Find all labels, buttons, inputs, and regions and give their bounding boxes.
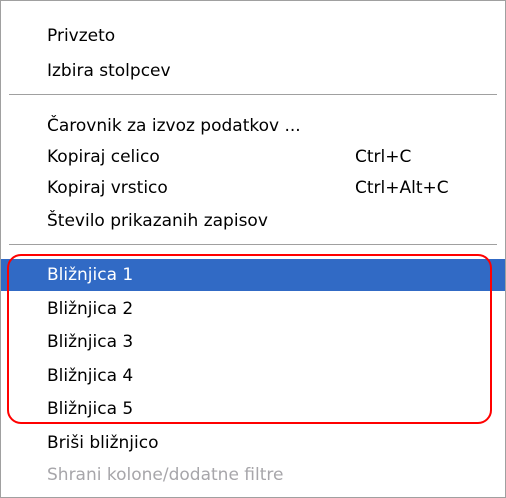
menu-item-label: Privzeto bbox=[47, 26, 116, 46]
menu-item-label: Bližnjica 4 bbox=[47, 366, 134, 386]
menu-item-kopiraj-vrstico[interactable]: Kopiraj vrstico Ctrl+Alt+C bbox=[1, 172, 505, 204]
menu-item-label: Čarovnik za izvoz podatkov ... bbox=[47, 116, 301, 136]
context-menu: Privzeto Izbira stolpcev Čarovnik za izv… bbox=[0, 0, 506, 498]
menu-item-shortcut: Ctrl+C bbox=[355, 147, 412, 167]
menu-item-label: Kopiraj vrstico bbox=[47, 178, 168, 198]
menu-item-label: Briši bližnjico bbox=[47, 433, 159, 453]
menu-item-label: Bližnjica 3 bbox=[47, 332, 134, 352]
menu-item-label: Število prikazanih zapisov bbox=[47, 211, 268, 231]
menu-item-label: Kopiraj celico bbox=[47, 147, 160, 167]
menu-item-label: Shrani kolone/dodatne filtre bbox=[47, 465, 284, 485]
menu-item-izbira-stolpcev[interactable]: Izbira stolpcev bbox=[1, 55, 505, 87]
menu-item-bliznjica-2[interactable]: Bližnjica 2 bbox=[1, 293, 505, 325]
menu-item-privzeto[interactable]: Privzeto bbox=[1, 20, 505, 52]
menu-item-bliznjica-1[interactable]: Bližnjica 1 bbox=[1, 259, 505, 291]
menu-item-stevilo-zapisov[interactable]: Število prikazanih zapisov bbox=[1, 205, 505, 237]
menu-item-shortcut: Ctrl+Alt+C bbox=[355, 178, 449, 198]
menu-item-bliznjica-4[interactable]: Bližnjica 4 bbox=[1, 360, 505, 392]
menu-item-label: Izbira stolpcev bbox=[47, 61, 171, 81]
menu-separator bbox=[9, 94, 497, 96]
menu-item-bliznjica-5[interactable]: Bližnjica 5 bbox=[1, 393, 505, 425]
menu-item-brisi-bliznjico[interactable]: Briši bližnjico bbox=[1, 427, 505, 459]
menu-item-label: Bližnjica 2 bbox=[47, 299, 134, 319]
menu-item-kopiraj-celico[interactable]: Kopiraj celico Ctrl+C bbox=[1, 141, 505, 173]
menu-item-carovnik-izvoz[interactable]: Čarovnik za izvoz podatkov ... bbox=[1, 110, 505, 142]
menu-item-shrani-kolone: Shrani kolone/dodatne filtre bbox=[1, 459, 505, 491]
menu-item-label: Bližnjica 5 bbox=[47, 399, 134, 419]
menu-separator bbox=[9, 244, 497, 246]
menu-item-label: Bližnjica 1 bbox=[47, 265, 134, 285]
menu-item-bliznjica-3[interactable]: Bližnjica 3 bbox=[1, 326, 505, 358]
